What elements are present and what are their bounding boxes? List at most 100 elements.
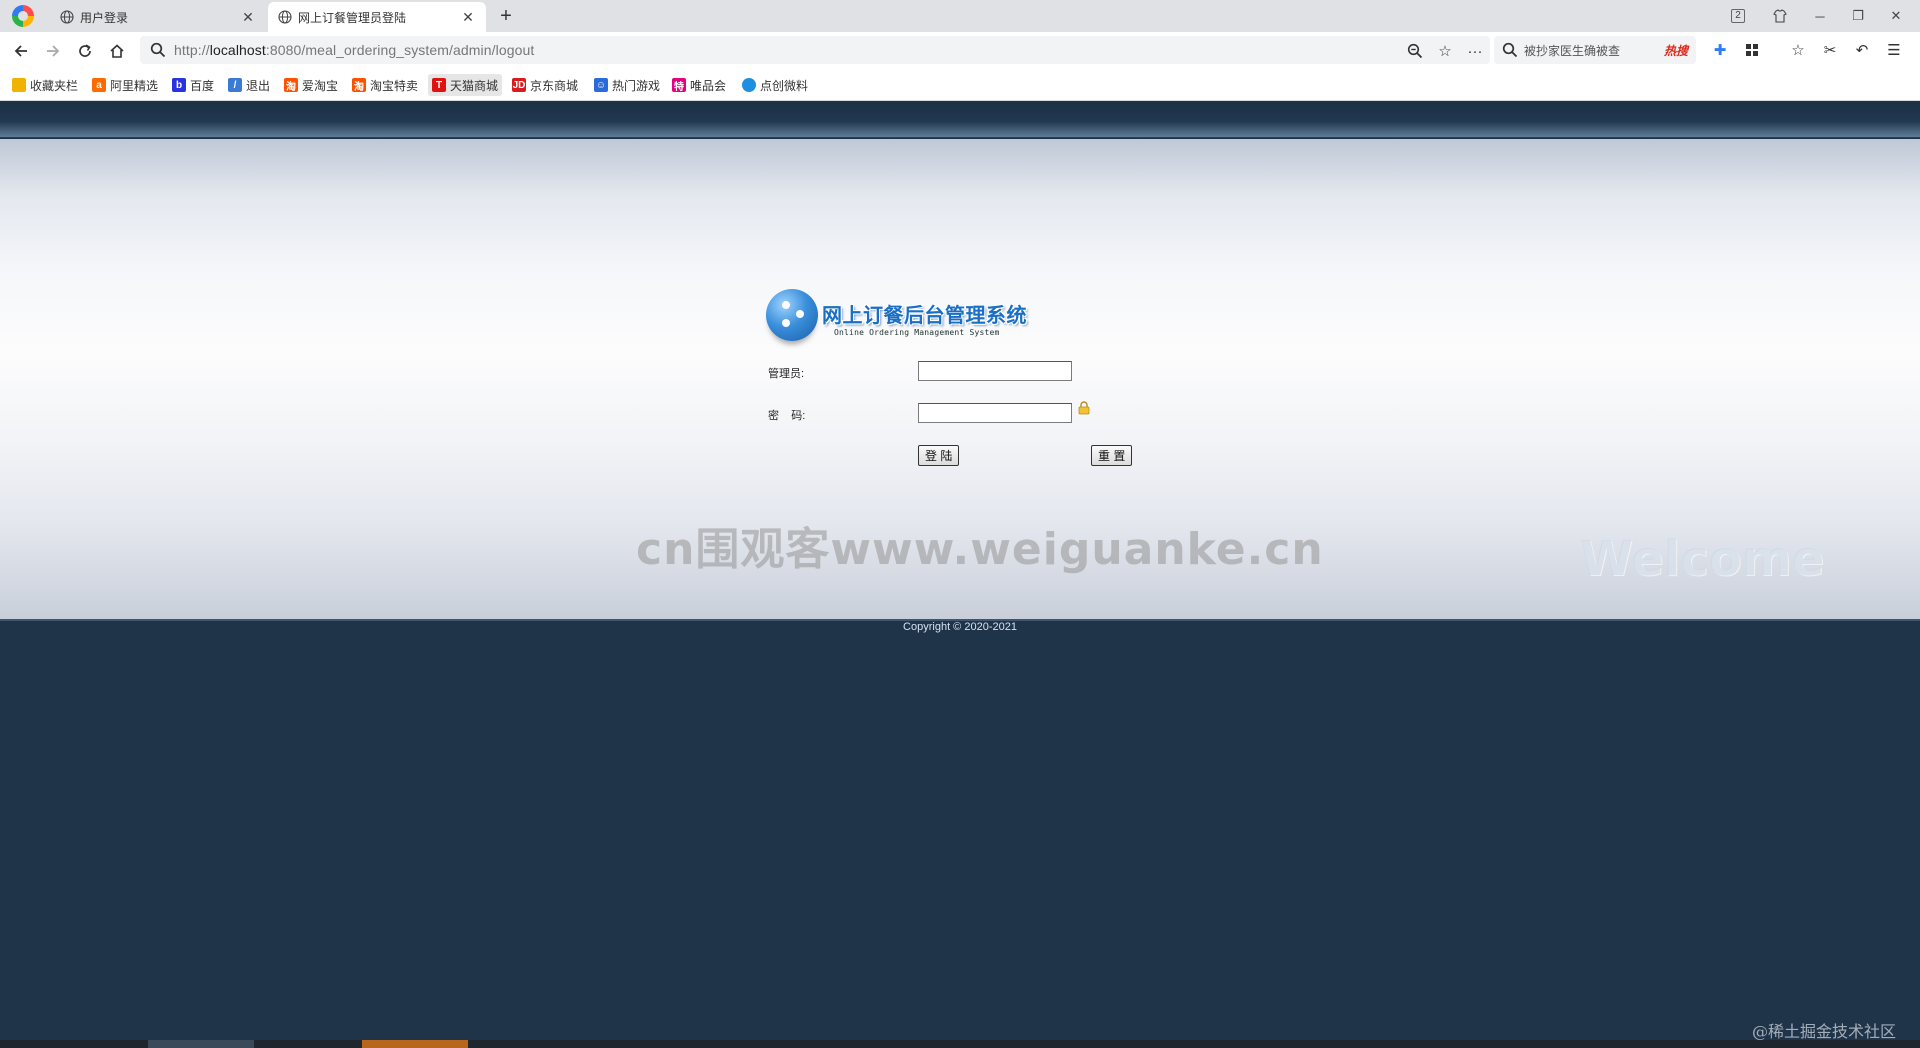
login-button[interactable]: 登 陆 [918,445,960,466]
tab-count-button[interactable]: 2 [1720,4,1756,28]
browser-logo-icon[interactable] [12,5,34,27]
bookmark-label: 阿里精选 [110,78,159,93]
zoom-icon[interactable] [1406,42,1424,60]
bookmark-item[interactable]: ☺ 热门游戏 [594,74,660,96]
tab-count-badge: 2 [1731,9,1745,23]
close-window-button[interactable]: ✕ [1878,4,1914,28]
bookmark-label: 热门游戏 [612,78,661,93]
taobao-icon: 淘 [284,78,298,93]
undo-icon[interactable]: ↶ [1852,40,1872,60]
reset-button[interactable]: 重 置 [1091,445,1133,466]
bookmark-item[interactable]: 点创微料 [742,74,808,96]
bookmark-label: 收藏夹栏 [30,78,79,93]
bookmarks-bar: 收藏夹栏 a 阿里精选 b 百度 / 退出 淘爱淘宝 淘淘宝特卖 T 天猫商城 JD 京东… [0,68,1920,101]
tmall-icon: T [432,78,446,92]
bookmark-label: 点创微料 [760,78,809,93]
password-label: 密 码: [768,410,806,422]
restore-button[interactable]: ❐ [1840,4,1876,28]
arrow-right-icon [47,45,60,57]
back-button[interactable] [8,38,34,64]
address-bar[interactable]: http://localhost:8080/meal_ordering_syst… [140,36,1490,64]
hot-search-badge: 热搜 [1663,44,1688,58]
scissors-icon[interactable]: ✂ [1820,40,1840,60]
corner-credit: @稀土掘金技术社区 [1752,1022,1897,1041]
ali-icon: a [92,78,106,92]
close-icon[interactable]: ✕ [460,9,476,25]
taskbar [0,1040,1920,1048]
tab-title: 网上订餐管理员登陆 [298,10,407,25]
bookmark-label: 唯品会 [690,78,727,93]
jd-icon: JD [512,78,526,92]
bookmark-item[interactable]: 特唯品会 [672,74,726,96]
logo-title: 网上订餐后台管理系统 [822,305,1027,327]
bookmark-label: 退出 [246,78,271,93]
tab-admin-login[interactable]: 网上订餐管理员登陆 ✕ [268,2,486,32]
admin-input[interactable] [918,361,1072,381]
url-scheme: http:// [174,42,210,58]
copyright-text: Copyright © 2020-2021 [903,621,1017,633]
login-page: 网上订餐后台管理系统 Online Ordering Management Sy… [0,102,1920,1048]
url-host: localhost [209,42,266,58]
tab-title: 用户登录 [80,10,129,25]
browser-tab-bar: 用户登录 ✕ 网上订餐管理员登陆 ✕ + 2 ─ ❐ ✕ [0,0,1920,32]
search-icon [1502,42,1518,58]
forward-button[interactable] [40,38,66,64]
login-panel: 网上订餐后台管理系统 Online Ordering Management Sy… [0,139,1920,619]
taskbar-item[interactable] [148,1040,254,1048]
bookmark-item[interactable]: T 天猫商城 [428,74,503,96]
star-icon[interactable]: ☆ [1436,42,1454,60]
menu-icon[interactable]: ☰ [1884,40,1904,60]
bookmark-label: 天猫商城 [450,78,499,93]
bookmark-item[interactable]: b 百度 [172,74,214,96]
bookmark-item[interactable]: 收藏夹栏 [12,74,78,96]
share-logo-icon [766,289,818,341]
bookmark-label: 百度 [190,78,215,93]
browser-toolbar: http://localhost:8080/meal_ordering_syst… [0,32,1920,68]
grid-icon[interactable] [1742,40,1762,60]
system-logo: 网上订餐后台管理系统 Online Ordering Management Sy… [766,285,1027,351]
feather-icon: / [228,78,242,92]
bookmark-item[interactable]: / 退出 [228,74,270,96]
globe-icon [60,10,74,24]
folder-icon [12,78,26,92]
url-text: http://localhost:8080/meal_ordering_syst… [174,42,534,58]
close-icon[interactable]: ✕ [240,9,256,25]
welcome-text: Welcome [1580,531,1825,587]
watermark-text: cn围观客www.weiguanke.cn [636,524,1324,575]
bookmark-item[interactable]: JD 京东商城 [512,74,578,96]
reload-icon [79,44,91,57]
search-icon [150,42,166,58]
url-path: :8080/meal_ordering_system/admin/logout [265,42,535,58]
search-box[interactable]: 被抄家医生确被查 热搜 [1494,36,1696,64]
password-input[interactable] [918,403,1072,423]
bookmark-item[interactable]: a 阿里精选 [92,74,158,96]
minimize-button[interactable]: ─ [1802,4,1838,28]
game-icon: ☺ [594,78,608,92]
dianchuang-icon [742,78,756,92]
skin-icon[interactable] [1762,4,1798,28]
more-icon[interactable]: ··· [1466,42,1484,60]
admin-label: 管理员: [768,368,805,380]
home-icon [110,44,124,58]
bookmark-label: 京东商城 [530,78,579,93]
search-placeholder: 被抄家医生确被查 [1524,43,1621,58]
favorites-list-icon[interactable]: ☆ [1788,40,1808,60]
page-header-bar [0,102,1920,138]
new-tab-button[interactable]: + [494,4,518,28]
logo-subtitle: Online Ordering Management System [834,328,1000,337]
arrow-left-icon [14,45,27,57]
puzzle-icon[interactable]: ✚ [1710,40,1730,60]
taobao-sale-icon: 淘 [352,78,366,93]
vip-icon: 特 [672,78,686,93]
globe-icon [278,10,292,24]
taskbar-item-active[interactable] [362,1040,468,1048]
bookmark-item[interactable]: 淘淘宝特卖 [352,74,418,96]
tab-user-login[interactable]: 用户登录 ✕ [50,2,266,32]
home-button[interactable] [104,38,130,64]
bookmark-item[interactable]: 淘爱淘宝 [284,74,338,96]
lock-icon [1078,401,1090,415]
bookmark-label: 爱淘宝 [302,78,339,93]
baidu-icon: b [172,78,186,92]
reload-button[interactable] [72,38,98,64]
bookmark-label: 淘宝特卖 [370,78,419,93]
